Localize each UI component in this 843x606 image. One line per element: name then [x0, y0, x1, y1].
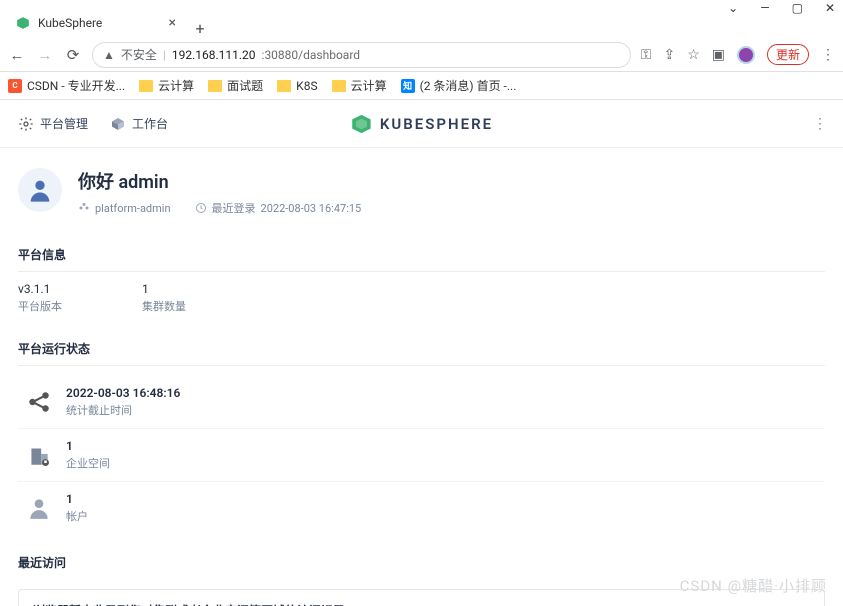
app-top-bar: 平台管理 工作台 KUBESPHERE — [0, 100, 843, 148]
bookmark-item[interactable]: 云计算 — [332, 77, 387, 94]
bookmark-label: 面试题 — [227, 77, 263, 94]
platform-mgmt-label: 平台管理 — [40, 115, 88, 132]
stat-value: 1 — [66, 439, 110, 453]
folder-icon — [277, 80, 291, 92]
url-separator: | — [163, 48, 166, 62]
clusters-label: 集群数量 — [142, 298, 186, 314]
user-avatar-icon — [26, 176, 54, 204]
workbench-button[interactable]: 工作台 — [110, 115, 168, 132]
building-icon — [26, 442, 52, 468]
share-icon — [26, 389, 52, 415]
extensions-icon[interactable]: ▣ — [712, 47, 725, 63]
forward-button[interactable]: → — [36, 46, 54, 64]
back-button[interactable]: ← — [8, 46, 26, 64]
status-stat: 2022-08-03 16:48:16 统计截止时间 — [18, 376, 825, 429]
last-login: 最近登录 2022-08-03 16:47:15 — [195, 200, 362, 216]
kubesphere-favicon — [16, 16, 30, 30]
status-stat: 1 企业空间 — [18, 429, 825, 482]
tab-kubesphere[interactable]: KubeSphere × — [6, 8, 186, 38]
bookmark-item[interactable]: 知 (2 条消息) 首页 -... — [401, 77, 517, 94]
bookmark-label: CSDN - 专业开发... — [27, 77, 125, 94]
stat-value: 1 — [66, 492, 88, 506]
bookmarks-bar: CCSDN - 专业开发...云计算面试题K8S云计算知(2 条消息) 首页 -… — [0, 72, 843, 100]
bookmark-item[interactable]: K8S — [277, 79, 317, 93]
stat-label: 帐户 — [66, 508, 88, 524]
share-icon[interactable]: ⇪ — [663, 47, 675, 63]
brand-logo[interactable]: KUBESPHERE — [350, 113, 493, 135]
bookmark-item[interactable]: C CSDN - 专业开发... — [8, 77, 125, 94]
update-button[interactable]: 更新 — [767, 44, 809, 65]
bookmark-item[interactable]: 面试题 — [208, 77, 263, 94]
zhihu-icon: 知 — [401, 79, 415, 93]
user-avatar — [18, 168, 62, 212]
reload-button[interactable]: ⟳ — [64, 46, 82, 64]
gear-icon — [18, 116, 34, 132]
maximize-icon[interactable]: ▢ — [792, 2, 803, 14]
bookmark-label: (2 条消息) 首页 -... — [420, 77, 517, 94]
address-bar: ← → ⟳ ▲ 不安全 | 192.168.111.20 :30880/dashb… — [0, 38, 843, 72]
hello-card: 你好 admin platform-admin 最近登录 2022-08-03 … — [18, 168, 825, 216]
insecure-label: 不安全 — [121, 46, 157, 63]
appbar-menu-icon[interactable] — [813, 116, 827, 132]
brand-icon — [350, 113, 372, 135]
role-chip: platform-admin — [78, 202, 171, 215]
role-label: platform-admin — [95, 202, 171, 215]
profile-avatar-icon[interactable] — [737, 46, 755, 64]
role-icon — [78, 202, 90, 214]
workbench-label: 工作台 — [132, 115, 168, 132]
new-tab-button[interactable]: + — [186, 19, 214, 38]
star-icon[interactable]: ☆ — [687, 47, 700, 63]
platform-info-header: 平台信息 — [18, 238, 825, 272]
last-login-value: 2022-08-03 16:47:15 — [261, 202, 362, 215]
folder-icon — [332, 80, 346, 92]
menu-icon[interactable]: ⋮ — [821, 47, 835, 63]
bookmark-label: K8S — [296, 79, 317, 93]
folder-icon — [208, 80, 222, 92]
status-header: 平台运行状态 — [18, 332, 825, 366]
insecure-icon: ▲ — [103, 48, 115, 62]
platform-info-row: v3.1.1 平台版本 1 集群数量 — [18, 282, 825, 314]
close-icon[interactable]: ✕ — [825, 2, 835, 14]
tab-title: KubeSphere — [38, 16, 161, 30]
platform-mgmt-button[interactable]: 平台管理 — [18, 115, 88, 132]
stat-label: 企业空间 — [66, 455, 110, 471]
brand-text: KUBESPHERE — [380, 115, 493, 133]
minimize-icon[interactable]: — — [760, 2, 769, 14]
key-icon[interactable]: ⚿ — [641, 47, 652, 63]
bookmark-label: 云计算 — [351, 77, 387, 94]
version-cell: v3.1.1 平台版本 — [18, 282, 62, 314]
folder-icon — [139, 80, 153, 92]
url-field[interactable]: ▲ 不安全 | 192.168.111.20 :30880/dashboard — [92, 42, 631, 68]
dashboard: 你好 admin platform-admin 最近登录 2022-08-03 … — [0, 148, 843, 606]
version-label: 平台版本 — [18, 298, 62, 314]
clusters-cell: 1 集群数量 — [142, 282, 186, 314]
user-icon — [26, 495, 52, 521]
last-login-label: 最近登录 — [212, 200, 256, 216]
cube-icon — [110, 116, 126, 132]
tab-strip: KubeSphere × + — [0, 8, 843, 38]
stat-value: 2022-08-03 16:48:16 — [66, 386, 180, 400]
recent-line1: 浏览器暂未收录到您对集群或者企业空间等区域的访问记录 — [33, 602, 810, 606]
clusters-value: 1 — [142, 282, 186, 296]
chevron-down-icon[interactable]: ⌄ — [728, 2, 738, 14]
url-host: 192.168.111.20 — [172, 48, 256, 62]
csdn-icon: C — [8, 79, 22, 93]
status-stat: 1 帐户 — [18, 482, 825, 534]
clock-icon — [195, 202, 207, 214]
version-value: v3.1.1 — [18, 282, 62, 296]
bookmark-item[interactable]: 云计算 — [139, 77, 194, 94]
url-path: :30880/dashboard — [262, 48, 361, 62]
watermark: CSDN @糖醋·小排顾 — [680, 575, 827, 596]
stats-list: 2022-08-03 16:48:16 统计截止时间 1 企业空间 1 帐户 — [18, 376, 825, 534]
stat-label: 统计截止时间 — [66, 402, 180, 418]
tab-close-icon[interactable]: × — [169, 15, 176, 31]
hello-title: 你好 admin — [78, 168, 361, 194]
window-controls: ⌄ — ▢ ✕ — [0, 0, 843, 8]
bookmark-label: 云计算 — [158, 77, 194, 94]
